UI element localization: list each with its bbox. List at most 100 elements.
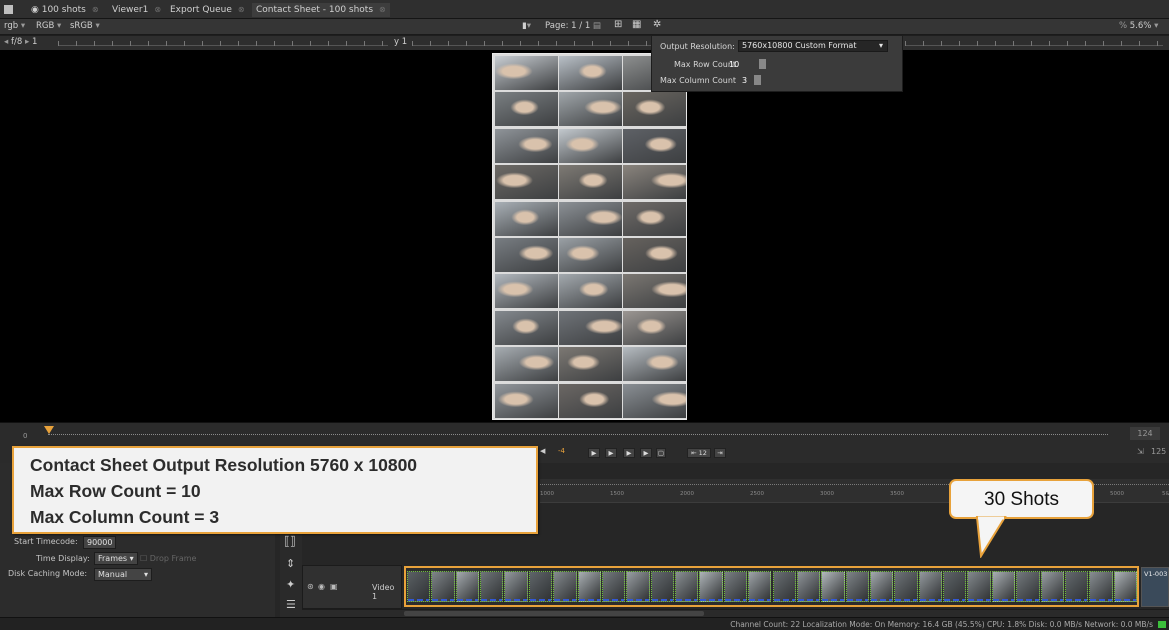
tab-viewer1[interactable]: Viewer1 ⊗ xyxy=(108,3,165,17)
prev-frame-button[interactable]: ▶ xyxy=(605,448,617,458)
row-stepper-icon[interactable] xyxy=(759,59,766,69)
razor-tool-icon[interactable]: ✦ xyxy=(286,578,295,591)
stop-button[interactable]: ▢ xyxy=(656,448,666,458)
skip-field[interactable]: ⇤ 12 xyxy=(687,448,711,458)
channels-select[interactable]: rgb ▾ xyxy=(4,21,25,31)
tab-100-shots[interactable]: ◉ 100 shots ⊗ xyxy=(27,3,103,17)
frame-step-value[interactable]: -4 xyxy=(558,447,565,455)
page-indicator[interactable]: Page: 1 / 1 ▤ xyxy=(545,21,601,31)
shot-clip[interactable] xyxy=(407,571,431,602)
scrubber-track[interactable] xyxy=(48,434,1108,436)
close-icon[interactable]: ⊗ xyxy=(238,5,245,14)
layout-icon[interactable]: ▦ xyxy=(632,19,641,30)
timeline-scrollbar[interactable] xyxy=(302,609,1169,617)
step-back-icon[interactable]: ◀ xyxy=(540,447,545,455)
playhead-icon[interactable] xyxy=(44,426,54,434)
close-icon[interactable]: ⊗ xyxy=(379,5,386,14)
colorspace-select[interactable]: RGB ▾ xyxy=(36,21,61,31)
in-point-field[interactable]: 124 xyxy=(1130,427,1160,440)
gear-icon[interactable]: ✲ xyxy=(653,19,661,30)
gamma-slider[interactable] xyxy=(412,41,652,46)
shot-clip[interactable] xyxy=(1113,571,1137,602)
output-resolution-select[interactable]: 5760x10800 Custom Format ▾ xyxy=(738,40,888,52)
timeline-scrubber[interactable]: 0 100 124 124 xyxy=(0,422,1169,448)
shot-thumbnail xyxy=(559,92,622,127)
shot-clip[interactable] xyxy=(431,571,455,602)
shot-clip[interactable] xyxy=(1089,571,1113,602)
status-bar: Channel Count: 22 Localization Mode: On … xyxy=(0,617,1169,630)
shot-clip[interactable] xyxy=(650,571,675,602)
disk-caching-select[interactable]: Manual ▾ xyxy=(94,568,152,581)
max-column-count-input[interactable]: 3 xyxy=(742,76,747,85)
gamma-slider-right[interactable] xyxy=(905,41,1163,46)
shot-clip[interactable] xyxy=(869,571,894,602)
shot-clip[interactable] xyxy=(699,571,723,602)
shot-clip[interactable] xyxy=(455,571,480,602)
shot-clip[interactable] xyxy=(553,571,577,602)
shot-clip[interactable] xyxy=(1016,571,1040,602)
end-clip[interactable]: V1-003 xyxy=(1141,567,1169,607)
video-clip-strip[interactable] xyxy=(404,566,1139,607)
track-tool-icon[interactable]: ☰ xyxy=(286,598,296,611)
ruler-tick xyxy=(1103,41,1104,46)
drop-frame-checkbox[interactable]: ☐ Drop Frame xyxy=(140,554,196,563)
shot-clip[interactable] xyxy=(796,571,821,602)
track-lock-icon[interactable]: ◉ xyxy=(318,582,325,591)
ruler-tick xyxy=(466,41,467,46)
out-point-field[interactable]: 125 xyxy=(1151,447,1166,456)
ruler-tick xyxy=(1049,41,1050,46)
shot-clip[interactable] xyxy=(577,571,601,602)
shot-clip[interactable] xyxy=(918,571,943,602)
scrollbar-thumb[interactable] xyxy=(404,611,704,616)
play-button[interactable]: ▶ xyxy=(623,448,635,458)
skip-forward-button[interactable]: ⇥ xyxy=(714,448,726,458)
max-row-count-input[interactable]: 10 xyxy=(729,60,739,69)
shot-clip[interactable] xyxy=(1040,571,1064,602)
shot-thumbnail xyxy=(495,56,558,90)
shot-clip[interactable] xyxy=(772,571,796,602)
clip-status-bar xyxy=(749,599,771,601)
shot-thumbnail xyxy=(559,165,622,200)
column-stepper-icon[interactable] xyxy=(754,75,761,85)
shot-clip[interactable] xyxy=(723,571,748,602)
shot-clip[interactable] xyxy=(894,571,918,602)
shot-clip[interactable] xyxy=(943,571,967,602)
tab-contact-sheet[interactable]: Contact Sheet - 100 shots ⊗ xyxy=(252,3,390,17)
fstop-control[interactable]: ◂ f/8 ▸ 1 xyxy=(4,37,37,47)
shot-clip[interactable] xyxy=(504,571,528,602)
shot-clip[interactable] xyxy=(991,571,1016,602)
track-visibility-icon[interactable]: ⊛ xyxy=(307,582,314,591)
time-display-select[interactable]: Frames ▾ xyxy=(94,552,138,565)
shot-thumbnail xyxy=(495,201,558,236)
slip-tool-icon[interactable]: ⇕ xyxy=(286,557,295,570)
shot-clip[interactable] xyxy=(528,571,553,602)
shot-clip[interactable] xyxy=(845,571,869,602)
start-timecode-input[interactable]: 90000 xyxy=(83,536,117,549)
contact-sheet-icon[interactable]: ⊞ xyxy=(614,19,622,30)
shot-clip[interactable] xyxy=(601,571,626,602)
shot-clip[interactable] xyxy=(967,571,991,602)
shot-thumbnail xyxy=(559,383,622,418)
window-menu-icon[interactable] xyxy=(4,5,13,14)
gain-slider[interactable] xyxy=(58,41,388,46)
play-backward-button[interactable]: ▶ xyxy=(588,448,600,458)
ruler-tick xyxy=(220,41,221,46)
close-icon[interactable]: ⊗ xyxy=(92,5,99,14)
zoom-select[interactable]: % 5.6% ▾ xyxy=(1119,21,1158,31)
shot-clip[interactable] xyxy=(480,571,504,602)
shot-thumbnail xyxy=(559,310,622,345)
tab-export-queue[interactable]: Export Queue ⊗ xyxy=(166,3,249,17)
range-tool-icon[interactable]: ⟦⟧ xyxy=(284,534,296,548)
clip-status-bar xyxy=(432,599,454,601)
shot-clip[interactable] xyxy=(748,571,772,602)
shot-clip[interactable] xyxy=(675,571,699,602)
shot-clip[interactable] xyxy=(626,571,650,602)
close-icon[interactable]: ⊗ xyxy=(154,5,161,14)
lut-select[interactable]: sRGB ▾ xyxy=(70,21,100,31)
export-icon[interactable]: ▮▾ xyxy=(522,21,531,31)
shot-clip[interactable] xyxy=(1064,571,1089,602)
timeline-tools: ⟦⟧ ⇕ ✦ ☰ xyxy=(280,530,302,617)
shot-clip[interactable] xyxy=(821,571,845,602)
track-mute-icon[interactable]: ▣ xyxy=(330,582,338,591)
next-frame-button[interactable]: ▶ xyxy=(640,448,652,458)
